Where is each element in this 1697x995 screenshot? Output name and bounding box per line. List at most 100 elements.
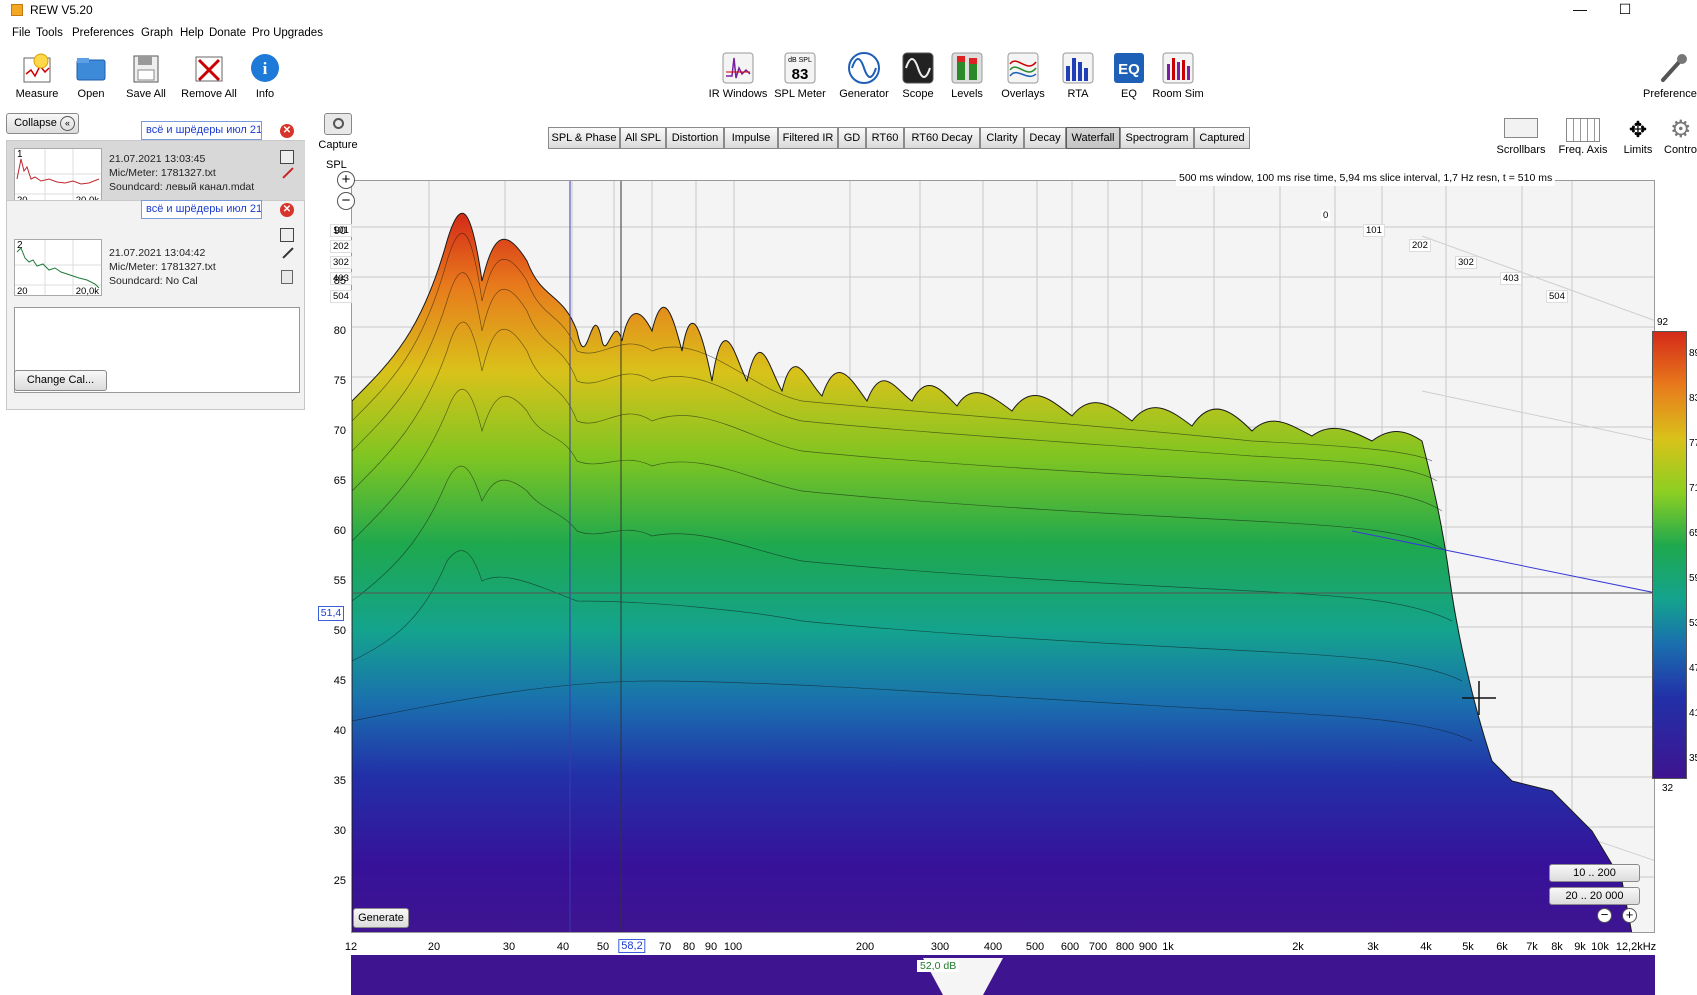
waterfall-plot[interactable]	[351, 180, 1655, 933]
tab-distortion[interactable]: Distortion	[666, 127, 724, 149]
tab-filtered-ir[interactable]: Filtered IR	[778, 127, 838, 149]
measurement-name-field-1[interactable]: всё и шрёдеры июл 21	[141, 121, 262, 140]
zoom-in-x-icon[interactable]: +	[1622, 908, 1637, 923]
save-icon	[130, 52, 162, 84]
measurement-name-field-2[interactable]: всё и шрёдеры июл 21	[141, 200, 262, 219]
menu-preferences[interactable]: Preferences	[72, 27, 134, 39]
menu-donate[interactable]: Donate	[209, 27, 246, 39]
measurement-thumbnail-2: 2 20 20,0k	[14, 239, 102, 297]
tab-impulse[interactable]: Impulse	[724, 127, 778, 149]
freq-axis-icon	[1566, 118, 1600, 142]
x-tick: 12,2kHz	[1615, 941, 1657, 953]
camera-icon	[324, 113, 352, 135]
tab-waterfall[interactable]: Waterfall	[1066, 127, 1120, 149]
info-icon: i	[249, 52, 281, 84]
svg-text:dB SPL: dB SPL	[788, 57, 812, 64]
x-tick: 50	[596, 941, 610, 953]
menu-tools[interactable]: Tools	[36, 27, 63, 39]
zoom-out-x-icon[interactable]: −	[1597, 908, 1612, 923]
tab-gd[interactable]: GD	[838, 127, 866, 149]
document-icon[interactable]	[281, 270, 293, 284]
menu-graph[interactable]: Graph	[141, 27, 173, 39]
gear-icon: ⚙	[1670, 116, 1692, 143]
freq-axis-button[interactable]: Freq. Axis	[1552, 118, 1614, 156]
scrollbars-icon	[1504, 118, 1538, 138]
depth-label-back: 403	[1500, 272, 1522, 285]
menu-help[interactable]: Help	[180, 27, 204, 39]
remove-icon	[193, 52, 225, 84]
x-tick: 3k	[1367, 941, 1379, 953]
depth-label-front: 302	[330, 256, 352, 269]
folder-icon	[75, 52, 107, 84]
colorbar-label: 65	[1689, 528, 1697, 539]
y-tick: 25	[333, 875, 346, 887]
x-tick: 70	[658, 941, 672, 953]
zoom-in-icon[interactable]: +	[337, 171, 355, 189]
depth-label-back: 101	[1363, 224, 1385, 237]
x-tick: 1k	[1162, 941, 1174, 953]
range-10-200-button[interactable]: 10 .. 200	[1549, 864, 1640, 882]
ir-windows-button[interactable]: IR Windows	[703, 52, 773, 100]
colorbar-label: 71	[1689, 483, 1697, 494]
generate-button[interactable]: Generate	[353, 908, 409, 928]
x-tick: 40	[556, 941, 570, 953]
overview-strip[interactable]: 52,0 dB	[351, 955, 1655, 995]
change-cal-button[interactable]: Change Cal...	[14, 370, 107, 391]
x-tick: 300	[930, 941, 950, 953]
y-tick: 30	[333, 825, 346, 837]
tab-rt60[interactable]: RT60	[866, 127, 904, 149]
tab-decay[interactable]: Decay	[1024, 127, 1066, 149]
info-button[interactable]: i Info	[230, 52, 300, 100]
zoom-out-icon[interactable]: −	[337, 192, 355, 210]
x-tick: 400	[983, 941, 1003, 953]
save-measurement-icon[interactable]	[280, 228, 294, 242]
save-measurement-icon[interactable]	[280, 150, 294, 164]
double-chevron-left-icon: «	[60, 116, 75, 131]
limits-button[interactable]: ✥ Limits	[1616, 118, 1660, 157]
eq-icon: EQ	[1113, 52, 1145, 84]
measurement-thumbnail-1: 1 20 20,0k	[14, 148, 102, 206]
preferences-button[interactable]: Preferences	[1643, 52, 1697, 100]
tab-rt60-decay[interactable]: RT60 Decay	[904, 127, 980, 149]
colorbar-label: 77	[1689, 438, 1697, 449]
scrollbars-button[interactable]: Scrollbars	[1490, 118, 1552, 156]
tab-spectrogram[interactable]: Spectrogram	[1120, 127, 1194, 149]
depth-label-front: 504	[330, 290, 352, 303]
y-tick: 45	[333, 675, 346, 687]
save-all-button[interactable]: Save All	[111, 52, 181, 100]
range-20-20000-button[interactable]: 20 .. 20 000	[1549, 887, 1640, 905]
menu-file[interactable]: File	[12, 27, 31, 39]
depth-label-back: 504	[1546, 290, 1568, 303]
y-tick: 85	[333, 275, 346, 287]
x-tick: 9k	[1574, 941, 1586, 953]
tab-captured[interactable]: Captured	[1194, 127, 1250, 149]
maximize-button[interactable]: ☐	[1603, 0, 1647, 20]
x-tick: 5k	[1462, 941, 1474, 953]
x-tick: 10k	[1591, 941, 1609, 953]
depth-label-back: 302	[1455, 256, 1477, 269]
measure-icon	[21, 52, 53, 84]
svg-text:EQ: EQ	[1118, 61, 1140, 78]
generator-icon	[848, 52, 880, 84]
tab-clarity[interactable]: Clarity	[980, 127, 1024, 149]
y-axis-label: SPL	[326, 159, 347, 171]
collapse-button[interactable]: Collapse «	[6, 113, 79, 134]
capture-button[interactable]: Capture	[318, 113, 358, 151]
window-title: REW V5.20	[30, 3, 93, 17]
controls-button[interactable]: ⚙ Contro	[1664, 116, 1697, 157]
close-icon[interactable]: ✕	[280, 203, 294, 217]
spl-meter-button[interactable]: dB SPL 83 SPL Meter	[765, 52, 835, 100]
menu-pro-upgrades[interactable]: Pro Upgrades	[252, 27, 323, 39]
room-sim-button[interactable]: Room Sim	[1143, 52, 1213, 100]
minimize-button[interactable]: —	[1558, 0, 1602, 20]
x-tick: 600	[1060, 941, 1080, 953]
cursor-spl-readout: 51,4	[318, 606, 344, 621]
y-tick: 40	[333, 725, 346, 737]
x-tick: 200	[855, 941, 875, 953]
y-tick: 55	[333, 575, 346, 587]
colorbar-label: 47	[1689, 663, 1697, 674]
tab-all-spl[interactable]: All SPL	[620, 127, 666, 149]
close-icon[interactable]: ✕	[280, 124, 294, 138]
x-tick: 900	[1138, 941, 1158, 953]
tab-spl-phase[interactable]: SPL & Phase	[548, 127, 620, 149]
